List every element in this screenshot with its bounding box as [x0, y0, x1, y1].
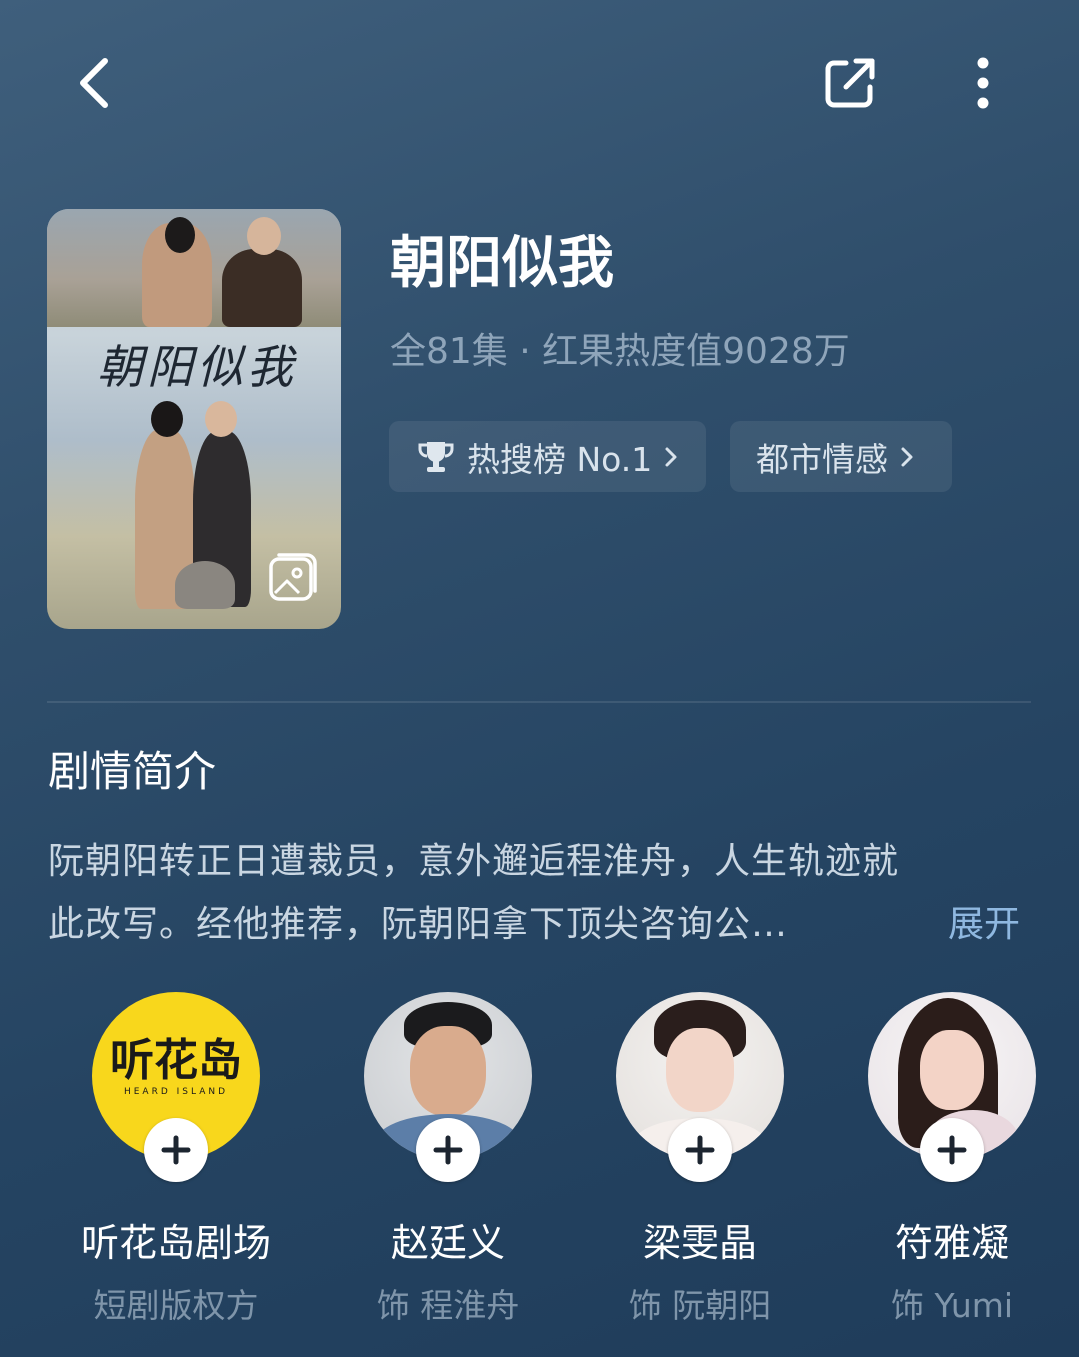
cast-role: 饰 Yumi	[890, 1286, 1014, 1325]
poster-image[interactable]: 朝阳似我	[47, 209, 341, 629]
follow-button[interactable]	[144, 1118, 208, 1182]
cast-role: 饰 程淮舟	[376, 1286, 520, 1325]
plus-icon	[937, 1135, 967, 1165]
chevron-right-icon	[665, 447, 677, 466]
share-external-icon	[825, 58, 875, 108]
trophy-icon	[418, 441, 454, 472]
follow-button[interactable]	[920, 1118, 984, 1182]
show-title: 朝阳似我	[390, 231, 614, 296]
plus-icon	[161, 1135, 191, 1165]
more-options-button[interactable]	[950, 48, 1016, 118]
cast-role: 短剧版权方	[93, 1286, 259, 1325]
genre-tag[interactable]: 都市情感	[730, 421, 952, 492]
expand-synopsis-link[interactable]: 展开	[948, 895, 1020, 947]
show-meta: 全81集 · 红果热度值9028万	[390, 331, 850, 372]
logo-text: 听花岛	[110, 1035, 242, 1086]
cast-name: 赵廷义	[390, 1221, 505, 1265]
share-button[interactable]	[812, 48, 888, 118]
cast-name: 符雅凝	[894, 1221, 1009, 1265]
section-divider	[47, 701, 1031, 703]
synopsis-text-line-2: 此改写。经他推荐，阮朝阳拿下顶尖咨询公…	[48, 904, 789, 945]
chevron-left-icon	[80, 58, 108, 108]
logo-subtext: HEARD ISLAND	[123, 1087, 229, 1097]
chevron-right-icon	[901, 447, 913, 466]
synopsis-heading: 剧情简介	[48, 747, 217, 796]
cast-name: 听花岛剧场	[80, 1221, 271, 1265]
genre-label: 都市情感	[756, 439, 888, 479]
follow-button[interactable]	[416, 1118, 480, 1182]
more-vertical-icon	[977, 57, 989, 109]
hot-search-rank-tag[interactable]: 热搜榜 No.1	[389, 421, 706, 492]
back-button[interactable]	[60, 48, 130, 118]
cast-name: 梁雯晶	[642, 1221, 757, 1265]
follow-button[interactable]	[668, 1118, 732, 1182]
gallery-icon[interactable]	[265, 549, 321, 605]
plus-icon	[685, 1135, 715, 1165]
synopsis-text-line-1: 阮朝阳转正日遭裁员，意外邂逅程淮舟，人生轨迹就	[48, 841, 900, 882]
cast-role: 饰 阮朝阳	[628, 1286, 772, 1325]
poster-still	[47, 209, 341, 327]
poster-title-art: 朝阳似我	[97, 340, 297, 394]
plus-icon	[433, 1135, 463, 1165]
hot-search-rank-label: 热搜榜 No.1	[467, 439, 653, 479]
